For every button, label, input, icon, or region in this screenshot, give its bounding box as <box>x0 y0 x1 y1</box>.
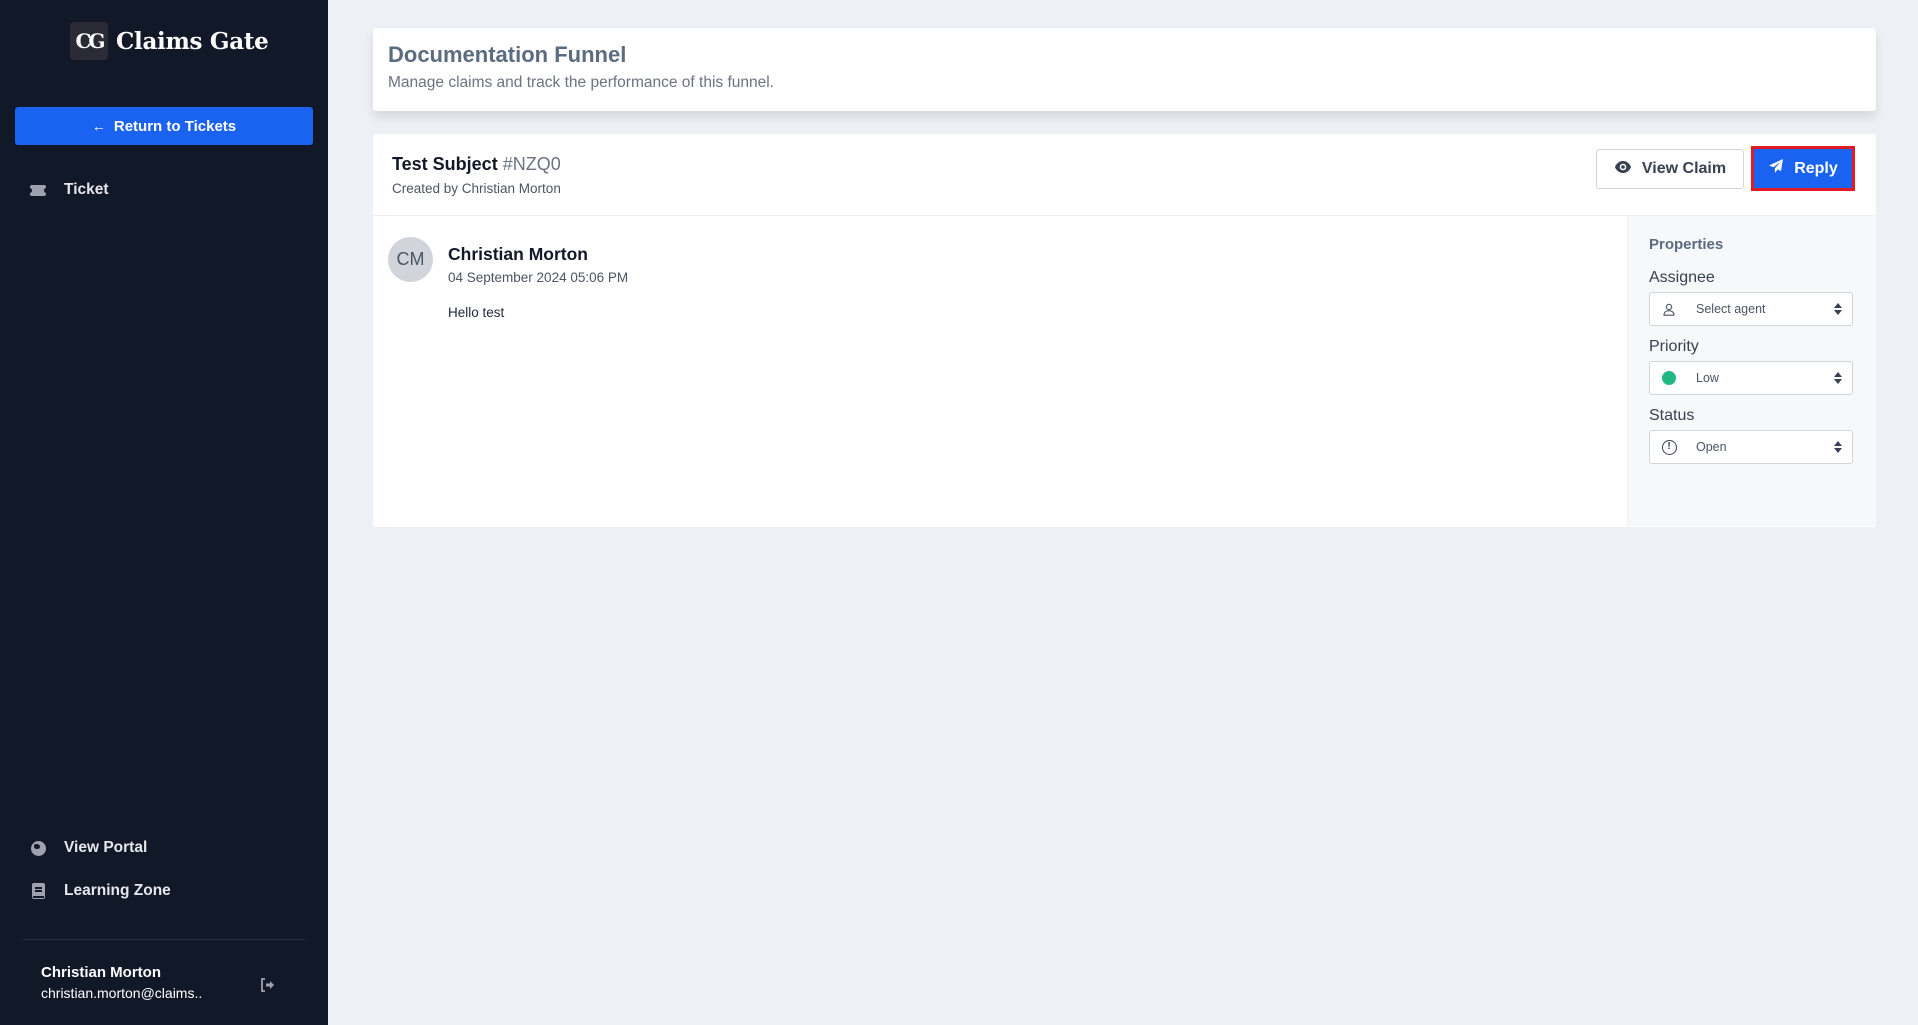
assignee-label: Assignee <box>1649 269 1715 286</box>
eye-icon <box>1614 160 1632 179</box>
avatar: CM <box>388 237 433 282</box>
select-caret-icon <box>1834 303 1842 315</box>
brand-name: Claims Gate <box>116 27 269 55</box>
green-dot-icon <box>1660 371 1678 385</box>
sidebar: CG Claims Gate ← Return to Tickets Ticke… <box>0 0 328 1025</box>
arrow-left-icon: ← <box>91 118 106 134</box>
view-claim-label: View Claim <box>1641 160 1727 177</box>
page-title: Documentation Funnel <box>388 42 627 67</box>
reply-label: Reply <box>1794 159 1838 177</box>
ticket-body: CM Christian Morton 04 September 2024 05… <box>373 216 1876 526</box>
sidebar-item-label: Ticket <box>64 181 109 198</box>
assignee-value: Select agent <box>1696 302 1766 316</box>
sidebar-divider <box>23 939 305 940</box>
return-to-tickets-button[interactable]: ← Return to Tickets <box>15 107 313 145</box>
page-header: Documentation Funnel Manage claims and t… <box>373 28 1876 111</box>
book-icon <box>30 883 46 899</box>
priority-label: Priority <box>1649 338 1699 355</box>
sidebar-item-label: View Portal <box>64 839 148 856</box>
status-value: Open <box>1696 440 1727 454</box>
logo-mark-icon: CG <box>70 22 108 60</box>
user-email: christian.morton@claims.. <box>41 985 203 1001</box>
ticket-reference: #NZQ0 <box>502 154 561 174</box>
reply-button[interactable]: Reply <box>1751 146 1855 191</box>
status-select[interactable]: ! Open <box>1649 430 1853 464</box>
return-to-tickets-label: Return to Tickets <box>113 117 237 135</box>
view-claim-button[interactable]: View Claim <box>1596 149 1744 189</box>
message-timestamp: 04 September 2024 05:06 PM <box>448 270 629 285</box>
status-label: Status <box>1649 407 1695 424</box>
select-caret-icon <box>1834 372 1842 384</box>
sign-out-icon[interactable] <box>259 977 275 993</box>
sidebar-item-view-portal[interactable]: View Portal <box>30 835 147 861</box>
globe-icon <box>30 840 46 856</box>
properties-title: Properties <box>1649 236 1724 253</box>
user-name: Christian Morton <box>41 964 161 981</box>
sidebar-item-label: Learning Zone <box>64 882 171 899</box>
page-subtitle: Manage claims and track the performance … <box>388 74 774 91</box>
message-thread: CM Christian Morton 04 September 2024 05… <box>373 216 1627 526</box>
select-caret-icon <box>1834 441 1842 453</box>
assignee-select[interactable]: Select agent <box>1649 292 1853 326</box>
alert-circle-icon: ! <box>1660 439 1678 455</box>
sidebar-item-learning-zone[interactable]: Learning Zone <box>30 878 171 904</box>
paper-plane-icon <box>1768 158 1784 179</box>
logo[interactable]: CG Claims Gate <box>70 22 269 60</box>
ticket-card: Test Subject #NZQ0 Created by Christian … <box>373 134 1876 527</box>
user-profile: Christian Morton christian.morton@claims… <box>41 964 202 1001</box>
user-icon <box>1660 303 1678 316</box>
priority-value: Low <box>1696 371 1719 385</box>
sidebar-item-ticket[interactable]: Ticket <box>28 177 109 203</box>
message-text: Hello test <box>448 305 505 320</box>
properties-panel: Properties Assignee Select agent Priorit… <box>1627 216 1876 526</box>
ticket-icon <box>28 182 48 198</box>
priority-select[interactable]: Low <box>1649 361 1853 395</box>
ticket-header: Test Subject #NZQ0 Created by Christian … <box>373 134 1876 216</box>
message-author: Christian Morton <box>448 244 588 264</box>
ticket-subject-text: Test Subject <box>392 154 498 174</box>
